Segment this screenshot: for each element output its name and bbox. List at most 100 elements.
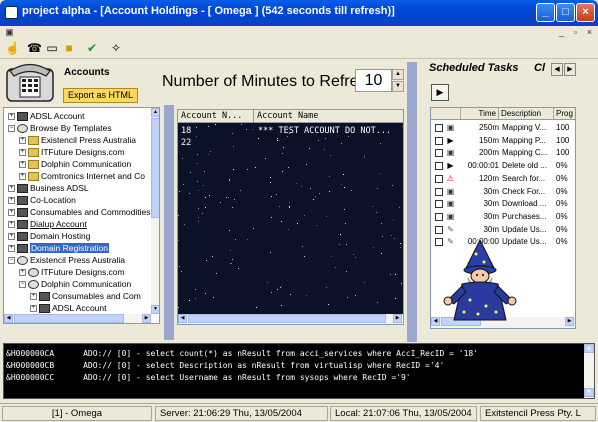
tree-item[interactable]: + Comtronics Internet and Co xyxy=(19,170,145,182)
tree-item[interactable]: + ADSL Account xyxy=(8,110,85,122)
expand-icon[interactable]: + xyxy=(8,197,15,205)
scroll-right-icon[interactable]: ▶ xyxy=(393,314,402,323)
expand-icon[interactable]: + xyxy=(8,113,15,121)
tab-scheduled-tasks[interactable]: Scheduled Tasks xyxy=(429,62,518,74)
task-row[interactable]: ▣ 30m Purchases... 0% xyxy=(431,211,575,224)
tab-cl[interactable]: Cl xyxy=(534,62,545,74)
tree-item[interactable]: + Domain Registration xyxy=(8,242,110,254)
tasks-column-icon[interactable] xyxy=(431,108,461,119)
tree-item[interactable]: + Consumables and Com xyxy=(30,290,141,302)
task-row[interactable]: ▣ 250m Mapping V... 100 xyxy=(431,122,575,135)
task-checkbox[interactable] xyxy=(435,124,443,132)
expand-icon[interactable]: + xyxy=(19,173,26,181)
task-row[interactable]: ▣ 200m Mapping C... 100 xyxy=(431,147,575,160)
tree-vertical-scrollbar[interactable]: ▲ ▼ xyxy=(151,108,159,314)
right-splitter[interactable] xyxy=(407,62,417,342)
title-bar[interactable]: project alpha - [Account Holdings - [ Om… xyxy=(0,0,598,26)
tree-hscroll-thumb[interactable] xyxy=(14,314,124,323)
scroll-right-icon[interactable]: ▶ xyxy=(565,317,574,326)
tree-item[interactable]: + ADSL Account xyxy=(30,302,107,314)
account-tree[interactable]: + ADSL Account − Browse By Templates + Existe… xyxy=(3,107,160,324)
scroll-left-icon[interactable]: ◀ xyxy=(431,317,440,326)
tree-item[interactable]: − Dolphin Communication xyxy=(19,278,131,290)
mdi-close-button[interactable]: × xyxy=(584,27,595,37)
expand-icon[interactable]: + xyxy=(19,149,26,157)
task-checkbox[interactable] xyxy=(435,225,443,234)
grid-column-account-name[interactable]: Account Name xyxy=(254,110,403,122)
expand-icon[interactable]: + xyxy=(19,161,26,169)
left-splitter[interactable] xyxy=(164,105,174,340)
task-row[interactable]: ▣ 30m Check For... 0% xyxy=(431,186,575,199)
expand-icon[interactable]: + xyxy=(19,137,26,145)
tree-item[interactable]: − Existencil Press Australia xyxy=(8,254,125,266)
query-log[interactable]: &H000000CA ADO:// [0] - select count(*) … xyxy=(3,343,595,399)
scroll-left-icon[interactable]: ◀ xyxy=(4,314,13,323)
tool-check-icon[interactable]: ✔ xyxy=(84,40,100,56)
expand-icon[interactable]: + xyxy=(19,269,26,277)
scroll-left-icon[interactable]: ◀ xyxy=(178,314,187,323)
tab-scroll-right-icon[interactable]: ▶ xyxy=(564,63,576,76)
tool-wizard-icon[interactable]: ✧ xyxy=(108,40,124,56)
task-row[interactable]: ✎ 30m Update Us... 0% xyxy=(431,224,575,237)
tab-scroll-left-icon[interactable]: ◀ xyxy=(551,63,563,76)
tree-item[interactable]: + Dolphin Communication xyxy=(19,158,131,170)
mdi-child-icon[interactable]: ▣ xyxy=(4,27,15,37)
tree-item[interactable]: + Consumables and Commodities xyxy=(8,206,150,218)
app-icon[interactable] xyxy=(5,6,18,19)
task-checkbox[interactable] xyxy=(435,212,443,221)
expand-icon[interactable]: + xyxy=(30,305,37,313)
refresh-minutes-input[interactable]: 10 xyxy=(355,69,392,92)
accounts-grid[interactable]: Account N... Account Name 18 *** TEST AC… xyxy=(177,109,404,325)
expand-icon[interactable]: + xyxy=(8,185,15,193)
mdi-minimize-button[interactable]: _ xyxy=(556,27,567,37)
task-checkbox[interactable] xyxy=(435,174,443,183)
task-checkbox[interactable] xyxy=(435,187,443,196)
tree-item[interactable]: + Domain Hosting xyxy=(8,230,90,242)
tool-card-icon[interactable]: ▭ xyxy=(44,40,60,56)
collapse-icon[interactable]: − xyxy=(19,281,26,289)
spin-down-icon[interactable]: ▼ xyxy=(392,81,404,92)
tool-phone-icon[interactable]: ☎ xyxy=(26,40,42,56)
task-row[interactable]: ▶ 150m Mapping P... 100 xyxy=(431,135,575,148)
task-checkbox[interactable] xyxy=(435,136,443,145)
expand-icon[interactable]: + xyxy=(30,293,37,301)
tree-item[interactable]: + ITFuture Designs.com xyxy=(19,266,125,278)
spin-up-icon[interactable]: ▲ xyxy=(392,69,404,80)
task-checkbox[interactable] xyxy=(435,149,443,158)
tool-hand-icon[interactable]: ☝ xyxy=(4,40,20,56)
expand-icon[interactable]: + xyxy=(8,221,15,229)
export-html-button[interactable]: Export as HTML xyxy=(63,88,138,103)
scroll-down-icon[interactable]: ▼ xyxy=(584,388,594,397)
expand-icon[interactable]: + xyxy=(8,209,15,217)
close-button[interactable]: × xyxy=(576,3,595,22)
tasks-column-time[interactable]: Time xyxy=(461,108,499,119)
task-checkbox[interactable] xyxy=(435,200,443,209)
task-checkbox[interactable] xyxy=(435,162,443,171)
tool-note-icon[interactable]: ■ xyxy=(61,40,77,56)
scroll-right-icon[interactable]: ▶ xyxy=(142,314,151,323)
scroll-up-icon[interactable]: ▲ xyxy=(584,344,594,353)
maximize-button[interactable]: □ xyxy=(556,3,575,22)
collapse-icon[interactable]: − xyxy=(8,125,15,133)
minimize-button[interactable]: _ xyxy=(536,3,555,22)
expand-icon[interactable]: + xyxy=(8,233,15,241)
tasks-column-progress[interactable]: Prog xyxy=(554,108,575,119)
log-vertical-scrollbar[interactable]: ▲ ▼ xyxy=(584,344,594,398)
grid-hscroll-thumb[interactable] xyxy=(188,314,386,323)
task-row[interactable]: ▶ 00:00:01 Delete old ... 0% xyxy=(431,160,575,173)
tree-horizontal-scrollbar[interactable]: ◀ ▶ xyxy=(4,314,151,323)
expand-icon[interactable]: + xyxy=(8,245,15,253)
mdi-restore-button[interactable]: ▫ xyxy=(570,27,581,37)
task-row[interactable]: ▣ 30m Download ... 0% xyxy=(431,198,575,211)
collapse-icon[interactable]: − xyxy=(8,257,15,265)
tree-item[interactable]: + ITFuture Designs.com xyxy=(19,146,125,158)
run-task-button[interactable]: ▶ xyxy=(431,84,449,101)
scroll-up-icon[interactable]: ▲ xyxy=(151,108,159,117)
tree-item[interactable]: + Existencil Press Australia xyxy=(19,134,136,146)
tasks-column-description[interactable]: Description xyxy=(499,108,554,119)
grid-column-account-number[interactable]: Account N... xyxy=(178,110,254,122)
tree-item[interactable]: + Co-Location xyxy=(8,194,76,206)
tree-item[interactable]: − Browse By Templates xyxy=(8,122,112,134)
tree-scroll-thumb[interactable] xyxy=(151,118,159,218)
task-row[interactable]: ⚠ 120m Search for... 0% xyxy=(431,173,575,186)
